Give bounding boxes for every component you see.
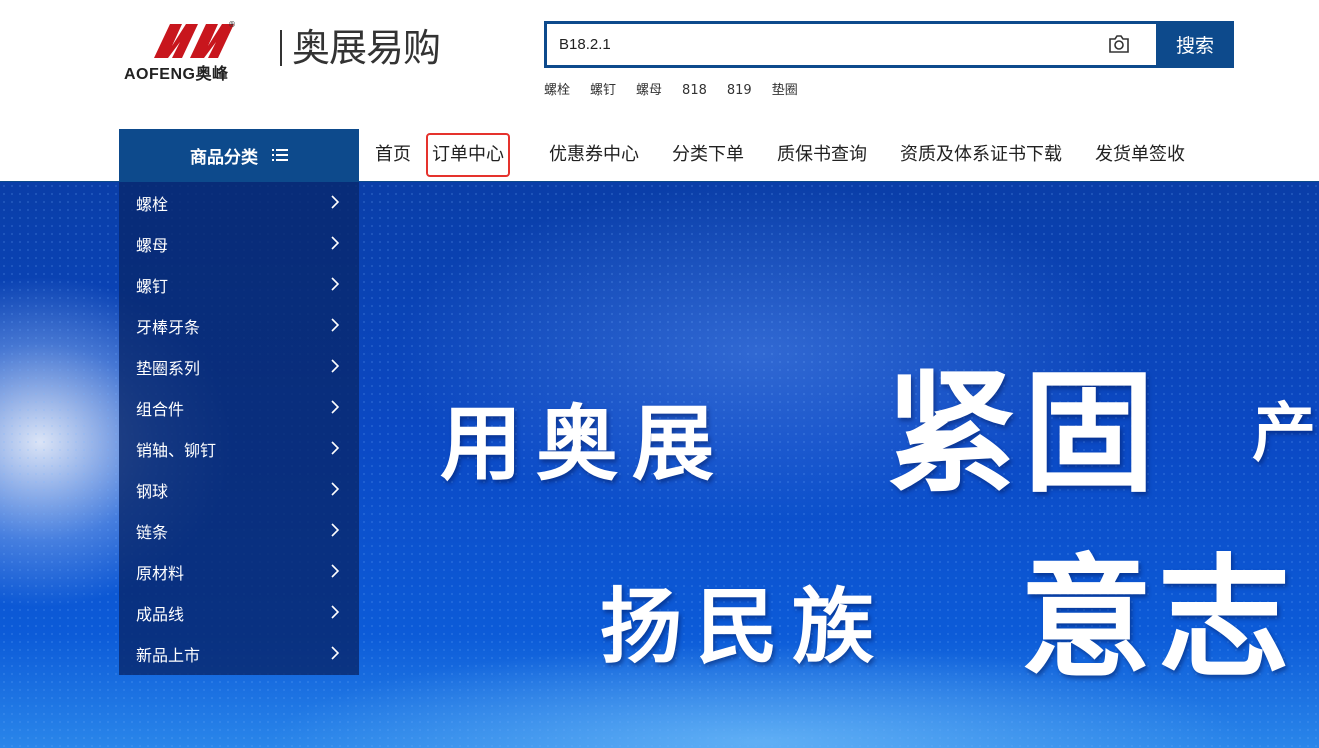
nav-home[interactable]: 首页 — [375, 143, 411, 167]
hot-word-link[interactable]: 818 — [682, 82, 707, 100]
category-item-label: 螺母 — [136, 235, 169, 255]
search-box — [544, 21, 1156, 68]
category-item-bolt[interactable]: 螺栓 — [119, 182, 359, 223]
chevron-right-icon — [331, 277, 340, 291]
nav-delivery-sign[interactable]: 发货单签收 — [1095, 143, 1185, 167]
chevron-right-icon — [331, 564, 340, 578]
chevron-right-icon — [331, 236, 340, 250]
category-item-label: 销轴、铆钉 — [136, 440, 217, 460]
logo-wordmark: AOFENG奥峰 — [124, 66, 229, 83]
chevron-right-icon — [331, 359, 340, 373]
category-menu-toggle[interactable]: 商品分类 — [119, 129, 359, 181]
category-item-label: 垫圈系列 — [136, 358, 201, 378]
slogan-line1-tail: 产 — [1252, 396, 1316, 471]
chevron-right-icon — [331, 318, 340, 332]
category-item-new-arrivals[interactable]: 新品上市 — [119, 633, 359, 674]
category-item-assembly[interactable]: 组合件 — [119, 387, 359, 428]
category-item-threaded-rod[interactable]: 牙棒牙条 — [119, 305, 359, 346]
category-item-finished-wire[interactable]: 成品线 — [119, 592, 359, 633]
nav-category-order[interactable]: 分类下单 — [672, 143, 744, 167]
slogan-line1-big: 紧固 — [885, 356, 1161, 511]
chevron-right-icon — [331, 482, 340, 496]
category-item-label: 牙棒牙条 — [136, 317, 201, 337]
chevron-right-icon — [331, 605, 340, 619]
chevron-right-icon — [331, 646, 340, 660]
category-item-washer[interactable]: 垫圈系列 — [119, 346, 359, 387]
aofeng-logo[interactable]: ® AOFENG奥峰 — [124, 18, 266, 83]
slogan-line2-small: 扬民族 — [600, 579, 889, 675]
nav-coupon-center[interactable]: 优惠券中心 — [549, 143, 639, 167]
camera-icon[interactable] — [1107, 33, 1131, 55]
hot-word-link[interactable]: 垫圈 — [772, 82, 798, 100]
search-button[interactable]: 搜索 — [1156, 21, 1234, 68]
hot-search-words: 螺栓 螺钉 螺母 818 819 垫圈 — [544, 82, 818, 100]
category-item-label: 组合件 — [136, 399, 185, 419]
category-menu: 螺栓 螺母 螺钉 牙棒牙条 垫圈系列 组合件 销轴、铆钉 钢球 链条 原材料 成… — [119, 182, 359, 675]
chevron-right-icon — [331, 523, 340, 537]
hot-word-link[interactable]: 螺母 — [636, 82, 662, 100]
hot-word-link[interactable]: 螺钉 — [590, 82, 616, 100]
category-item-label: 成品线 — [136, 604, 185, 624]
list-icon — [272, 149, 288, 161]
category-item-raw-material[interactable]: 原材料 — [119, 551, 359, 592]
logo-divider — [280, 30, 282, 66]
hot-word-link[interactable]: 螺栓 — [544, 82, 570, 100]
category-item-label: 链条 — [136, 522, 169, 542]
category-item-label: 螺栓 — [136, 194, 169, 214]
category-item-screw[interactable]: 螺钉 — [119, 264, 359, 305]
category-item-chain[interactable]: 链条 — [119, 510, 359, 551]
aofeng-logo-mark-icon — [154, 24, 234, 58]
nav-warranty-query[interactable]: 质保书查询 — [777, 143, 867, 167]
category-item-label: 新品上市 — [136, 645, 201, 665]
category-item-steel-ball[interactable]: 钢球 — [119, 469, 359, 510]
chevron-right-icon — [331, 195, 340, 209]
site-header: ® AOFENG奥峰 奥展易购 搜索 螺栓 螺钉 螺母 818 819 垫圈 — [0, 0, 1319, 128]
brand-name: 奥展易购 — [292, 26, 441, 70]
category-menu-label: 商品分类 — [190, 147, 258, 168]
category-item-nut[interactable]: 螺母 — [119, 223, 359, 264]
nav-order-center[interactable]: 订单中心 — [426, 133, 510, 177]
hot-word-link[interactable]: 819 — [727, 82, 752, 100]
search-input[interactable] — [547, 24, 1087, 65]
slogan-line2-big: 意志 — [1020, 541, 1296, 696]
category-item-label: 原材料 — [136, 563, 185, 583]
category-item-label: 螺钉 — [136, 276, 169, 296]
slogan-line1-small: 用奥展 — [440, 396, 729, 492]
category-item-label: 钢球 — [136, 481, 169, 501]
chevron-right-icon — [331, 400, 340, 414]
category-item-pin-rivet[interactable]: 销轴、铆钉 — [119, 428, 359, 469]
nav-certificate-download[interactable]: 资质及体系证书下载 — [900, 143, 1062, 167]
main-nav: 首页 订单中心 优惠券中心 分类下单 质保书查询 资质及体系证书下载 发货单签收 — [359, 129, 1202, 181]
chevron-right-icon — [331, 441, 340, 455]
registered-mark: ® — [228, 20, 236, 29]
